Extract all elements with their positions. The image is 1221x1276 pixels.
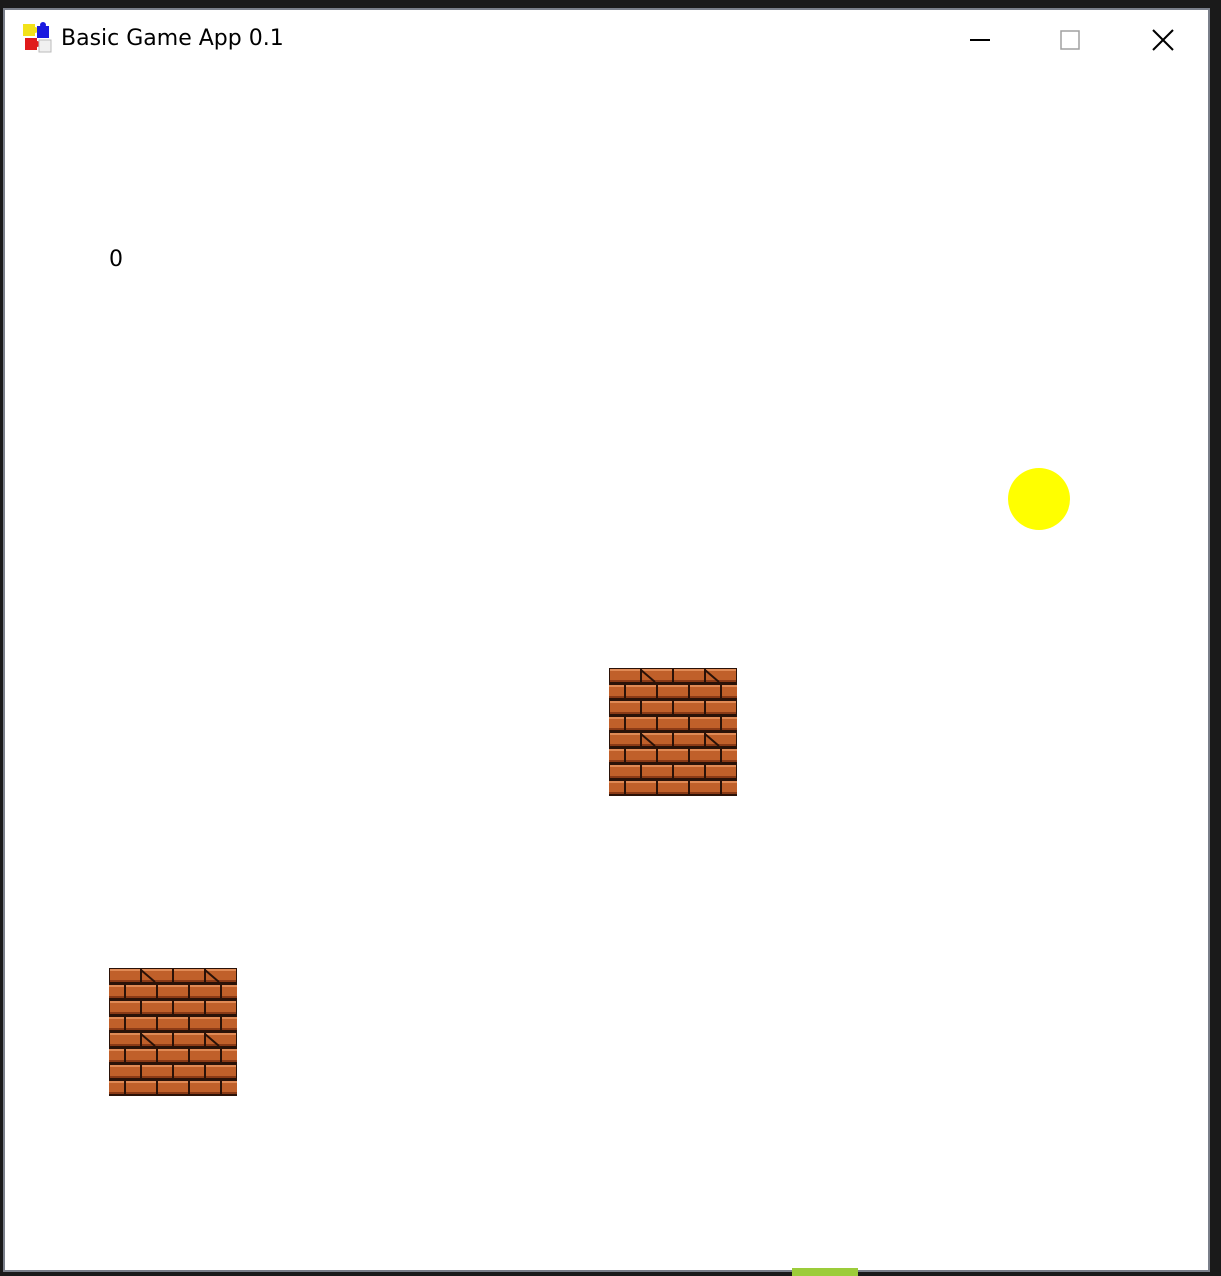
game-window: Basic Game App 0.1 0 (3, 8, 1210, 1272)
puzzle-pieces-icon (23, 22, 52, 53)
maximize-icon (1060, 30, 1080, 50)
minimize-button[interactable] (950, 20, 1010, 60)
title-bar[interactable]: Basic Game App 0.1 (5, 10, 1208, 70)
window-title: Basic Game App 0.1 (61, 26, 284, 51)
brick-block (109, 968, 237, 1096)
game-canvas[interactable]: 0 (5, 70, 1208, 1270)
close-button[interactable] (1133, 20, 1193, 60)
maximize-button[interactable] (1040, 20, 1100, 60)
minimize-icon (970, 39, 990, 41)
brick-block (609, 668, 737, 796)
score-counter: 0 (109, 247, 123, 272)
close-icon (1152, 29, 1174, 51)
yellow-ball (1008, 468, 1070, 530)
background-taskbar-item (792, 1268, 858, 1276)
